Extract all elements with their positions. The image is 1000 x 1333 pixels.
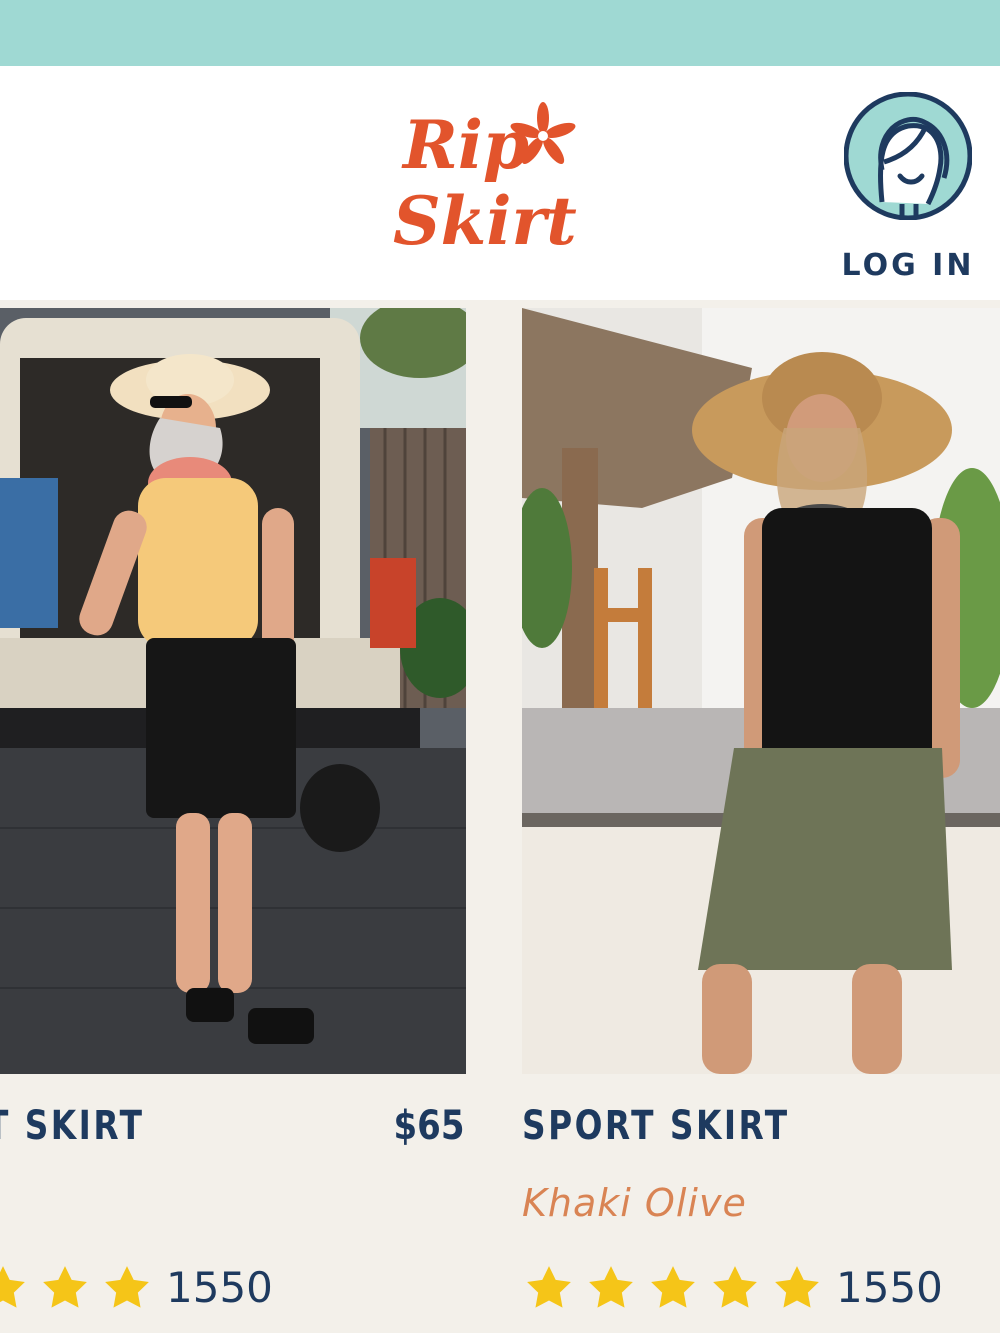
star-icon xyxy=(524,1263,574,1313)
product-rating[interactable]: 1550 xyxy=(524,1258,943,1318)
avatar-icon xyxy=(843,91,973,221)
svg-text:Skirt: Skirt xyxy=(393,182,577,260)
color-name: Khaki Olive xyxy=(522,1181,747,1225)
site-header: Rip Skirt LOG IN xyxy=(0,66,1000,300)
product-name[interactable]: T SKIRT xyxy=(0,1103,144,1149)
product-card[interactable]: SPORT SKIRT Khaki Olive 1550 xyxy=(522,308,1000,1333)
star-icon xyxy=(710,1263,760,1313)
review-count: 1550 xyxy=(836,1263,943,1312)
star-icon xyxy=(772,1263,822,1313)
product-name[interactable]: SPORT SKIRT xyxy=(522,1103,790,1149)
promo-bar xyxy=(0,0,1000,66)
star-icon xyxy=(586,1263,636,1313)
svg-text:Rip: Rip xyxy=(401,106,529,184)
review-count: 1550 xyxy=(166,1263,273,1312)
star-icon xyxy=(0,1263,28,1313)
product-card[interactable]: T SKIRT $65 1550 xyxy=(0,308,466,1333)
product-rating[interactable]: 1550 xyxy=(0,1258,273,1318)
rip-skirt-logo[interactable]: Rip Skirt xyxy=(385,96,600,266)
star-icon xyxy=(648,1263,698,1313)
product-price: $65 xyxy=(393,1103,464,1149)
product-photo[interactable] xyxy=(522,308,1000,1074)
star-icon xyxy=(102,1263,152,1313)
star-icon xyxy=(40,1263,90,1313)
product-photo[interactable] xyxy=(0,308,466,1074)
login-button[interactable]: LOG IN xyxy=(838,88,978,283)
login-label: LOG IN xyxy=(841,248,975,283)
